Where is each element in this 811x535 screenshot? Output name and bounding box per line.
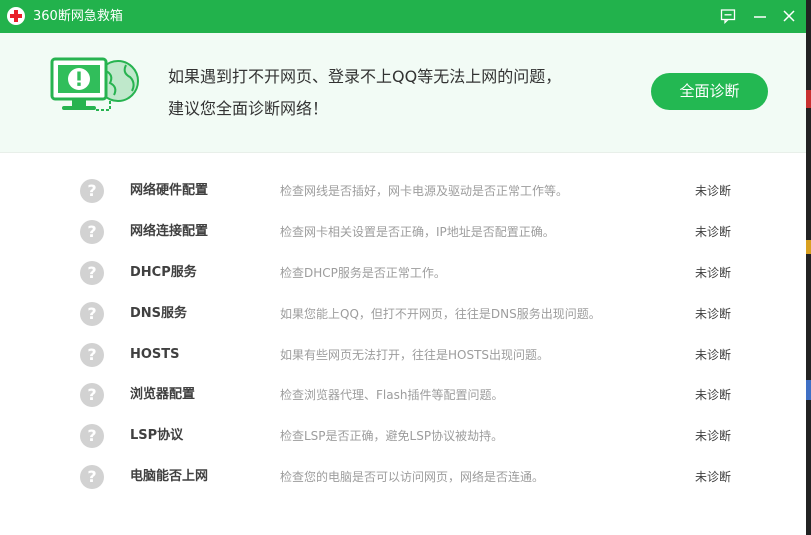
close-icon bbox=[783, 10, 795, 22]
background-window-edge bbox=[806, 0, 811, 535]
question-icon: ? bbox=[80, 302, 104, 326]
title-bar[interactable]: 360断网急救箱 bbox=[0, 0, 806, 33]
item-name: 网络硬件配置 bbox=[130, 183, 209, 198]
question-icon: ? bbox=[80, 383, 104, 407]
background-window-edge-s1 bbox=[806, 90, 811, 108]
item-status: 未诊断 bbox=[695, 470, 732, 484]
item-description: 检查DHCP服务是否正常工作。 bbox=[280, 266, 446, 280]
item-description: 检查您的电脑是否可以访问网页，网络是否连通。 bbox=[280, 470, 545, 484]
item-description: 检查浏览器代理、Flash插件等配置问题。 bbox=[280, 388, 504, 402]
background-window-edge-s3 bbox=[806, 380, 811, 400]
item-name: 浏览器配置 bbox=[130, 387, 196, 402]
feedback-button[interactable] bbox=[713, 0, 743, 33]
check-item-row: ? 网络硬件配置 检查网线是否插好，网卡电源及驱动是否正常工作等。 未诊断 bbox=[0, 173, 806, 214]
item-description: 如果您能上QQ，但打不开网页，往往是DNS服务出现问题。 bbox=[280, 307, 601, 321]
banner-text-line1: 如果遇到打不开网页、登录不上QQ等无法上网的问题， bbox=[168, 67, 562, 86]
item-description: 检查网卡相关设置是否正确，IP地址是否配置正确。 bbox=[280, 225, 555, 239]
item-name: HOSTS bbox=[130, 347, 180, 362]
question-icon: ? bbox=[80, 465, 104, 489]
background-window-edge-s2 bbox=[806, 240, 811, 254]
check-item-row: ? 网络连接配置 检查网卡相关设置是否正确，IP地址是否配置正确。 未诊断 bbox=[0, 214, 806, 255]
banner-text-line2: 建议您全面诊断网络！ bbox=[168, 99, 329, 118]
question-icon: ? bbox=[80, 343, 104, 367]
check-item-row: ? HOSTS 如果有些网页无法打开，往往是HOSTS出现问题。 未诊断 bbox=[0, 337, 806, 378]
hint-banner: 如果遇到打不开网页、登录不上QQ等无法上网的问题， 建议您全面诊断网络！ 全面诊… bbox=[0, 33, 806, 153]
item-name: DHCP服务 bbox=[130, 265, 197, 280]
item-status: 未诊断 bbox=[695, 388, 732, 402]
item-status: 未诊断 bbox=[695, 225, 732, 239]
item-status: 未诊断 bbox=[695, 307, 732, 321]
item-description: 检查LSP是否正确，避免LSP协议被劫持。 bbox=[280, 429, 504, 443]
item-description: 检查网线是否插好，网卡电源及驱动是否正常工作等。 bbox=[280, 184, 569, 198]
item-status: 未诊断 bbox=[695, 429, 732, 443]
item-name: 网络连接配置 bbox=[130, 224, 209, 239]
red-cross-logo-icon bbox=[7, 7, 25, 25]
feedback-icon bbox=[720, 9, 736, 24]
app-window: 360断网急救箱 如果遇到打不开网页、登录不上QQ等无法上网的问题， 建议您全面… bbox=[0, 0, 806, 535]
item-name: DNS服务 bbox=[130, 306, 188, 321]
item-status: 未诊断 bbox=[695, 266, 732, 280]
check-item-row: ? DHCP服务 检查DHCP服务是否正常工作。 未诊断 bbox=[0, 255, 806, 296]
close-button[interactable] bbox=[774, 0, 804, 33]
computer-globe-warning-icon bbox=[50, 57, 139, 111]
full-diagnosis-button[interactable]: 全面诊断 bbox=[651, 73, 768, 110]
question-icon: ? bbox=[80, 424, 104, 448]
question-icon: ? bbox=[80, 220, 104, 244]
item-status: 未诊断 bbox=[695, 348, 732, 362]
item-description: 如果有些网页无法打开，往往是HOSTS出现问题。 bbox=[280, 348, 550, 362]
check-item-row: ? LSP协议 检查LSP是否正确，避免LSP协议被劫持。 未诊断 bbox=[0, 418, 806, 459]
question-icon: ? bbox=[80, 179, 104, 203]
window-title: 360断网急救箱 bbox=[33, 9, 123, 24]
item-status: 未诊断 bbox=[695, 184, 732, 198]
minimize-button[interactable] bbox=[745, 0, 775, 33]
check-item-row: ? 电脑能否上网 检查您的电脑是否可以访问网页，网络是否连通。 未诊断 bbox=[0, 459, 806, 500]
question-icon: ? bbox=[80, 261, 104, 285]
item-name: 电脑能否上网 bbox=[130, 469, 209, 484]
item-name: LSP协议 bbox=[130, 428, 184, 443]
minimize-icon bbox=[754, 16, 766, 18]
check-item-row: ? DNS服务 如果您能上QQ，但打不开网页，往往是DNS服务出现问题。 未诊断 bbox=[0, 296, 806, 337]
check-item-row: ? 浏览器配置 检查浏览器代理、Flash插件等配置问题。 未诊断 bbox=[0, 377, 806, 418]
